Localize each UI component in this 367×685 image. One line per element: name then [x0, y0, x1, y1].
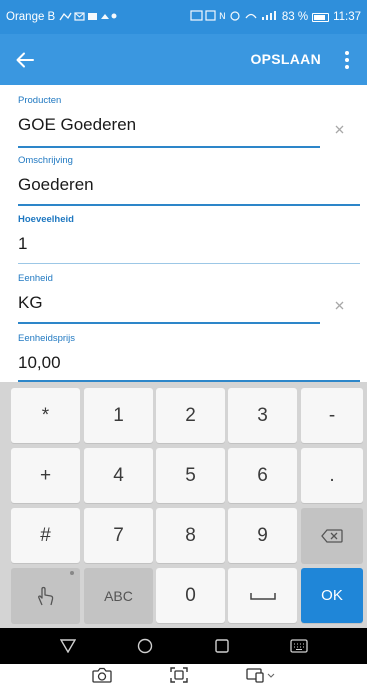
omschrijving-value: Goederen: [18, 175, 94, 194]
space-key[interactable]: [228, 568, 297, 623]
app-bar: OPSLAAN: [0, 34, 367, 85]
camera-icon: [91, 667, 112, 683]
status-right: N 83 % 11:37: [190, 10, 361, 24]
key-7[interactable]: 7: [84, 508, 153, 563]
bottom-toolbar: [0, 664, 367, 685]
gesture-key[interactable]: [11, 568, 80, 623]
eenheid-underline: [18, 322, 320, 324]
eenheid-value: KG: [18, 293, 43, 312]
nav-back-button[interactable]: [53, 634, 83, 658]
key-9[interactable]: 9: [228, 508, 297, 563]
hoeveelheid-underline: [18, 263, 360, 264]
triangle-back-icon: [60, 639, 77, 653]
key-3[interactable]: 3: [228, 388, 297, 443]
key-1[interactable]: 1: [84, 388, 153, 443]
ok-key[interactable]: OK: [301, 568, 363, 623]
arrow-left-icon: [16, 52, 34, 67]
eenheid-label: Eenheid: [18, 273, 53, 284]
nav-recents-button[interactable]: [207, 634, 237, 658]
key-6[interactable]: 6: [228, 448, 297, 503]
device-menu-button[interactable]: [245, 666, 277, 684]
system-icons: N: [190, 10, 278, 24]
hoeveelheid-value: 1: [18, 234, 28, 253]
close-icon: [335, 301, 343, 309]
key-asterisk[interactable]: *: [11, 388, 80, 443]
key-5[interactable]: 5: [156, 448, 225, 503]
producten-label: Producten: [18, 95, 62, 106]
battery-percent: 83 %: [281, 11, 309, 23]
clock: 11:37: [333, 11, 361, 23]
eenheidsprijs-label: Eenheidsprijs: [18, 333, 76, 344]
eenheidsprijs-value: 10,00: [18, 353, 61, 372]
navigation-bar: [0, 628, 367, 664]
save-button[interactable]: OPSLAAN: [238, 34, 333, 85]
abc-key[interactable]: ABC: [84, 568, 153, 623]
camera-button[interactable]: [91, 666, 113, 684]
key-period[interactable]: .: [301, 448, 363, 503]
devices-icon: [245, 667, 274, 683]
back-button[interactable]: [0, 34, 50, 85]
screenshot-button[interactable]: [168, 666, 190, 684]
producten-clear-button[interactable]: [331, 121, 347, 137]
circle-home-icon: [137, 638, 153, 654]
producten-underline: [18, 146, 320, 148]
space-icon: [249, 592, 276, 600]
crop-frame-icon: [169, 666, 188, 683]
status-left: Orange B: [6, 11, 117, 24]
backspace-key[interactable]: [301, 508, 363, 563]
status-bar: Orange B N 83 % 11:37: [0, 0, 367, 34]
key-0[interactable]: 0: [156, 568, 225, 623]
producten-field[interactable]: Producten GOE Goederen: [18, 95, 136, 135]
omschrijving-label: Omschrijving: [18, 155, 73, 166]
battery-icon: [312, 12, 330, 22]
close-icon: [335, 125, 343, 133]
more-vertical-icon: [345, 50, 349, 55]
key-2[interactable]: 2: [156, 388, 225, 443]
signal-icons: [59, 11, 117, 24]
hand-gesture-icon: [37, 586, 53, 605]
omschrijving-field[interactable]: Omschrijving Goederen: [18, 155, 94, 195]
backspace-icon: [321, 528, 343, 543]
key-plus[interactable]: +: [11, 448, 80, 503]
eenheid-field[interactable]: Eenheid KG: [18, 273, 53, 313]
key-hash[interactable]: #: [11, 508, 80, 563]
more-options-button[interactable]: [333, 34, 361, 85]
hoeveelheid-field[interactable]: Hoeveelheid 1: [18, 214, 74, 254]
nav-home-button[interactable]: [130, 634, 160, 658]
screen: { "status_bar": { "carrier": "Orange B",…: [0, 0, 367, 685]
producten-value: GOE Goederen: [18, 115, 137, 134]
product-form: Producten GOE Goederen Omschrijving Goed…: [0, 85, 367, 382]
nav-keyboard-button[interactable]: [284, 634, 314, 658]
key-4[interactable]: 4: [84, 448, 153, 503]
svg-text:N: N: [219, 12, 226, 21]
key-minus[interactable]: -: [301, 388, 363, 443]
eenheidsprijs-field[interactable]: Eenheidsprijs 10,00: [18, 333, 75, 373]
keyboard-icon: [289, 639, 308, 653]
omschrijving-underline: [18, 204, 360, 206]
hoeveelheid-label: Hoeveelheid: [18, 214, 74, 225]
square-recents-icon: [215, 639, 229, 653]
eenheid-clear-button[interactable]: [331, 297, 347, 313]
carrier-name: Orange B: [6, 11, 56, 23]
numeric-keypad: * 1 2 3 - + 4 5 6 . # 7 8 9 ABC 0 OK: [0, 382, 367, 628]
key-8[interactable]: 8: [156, 508, 225, 563]
